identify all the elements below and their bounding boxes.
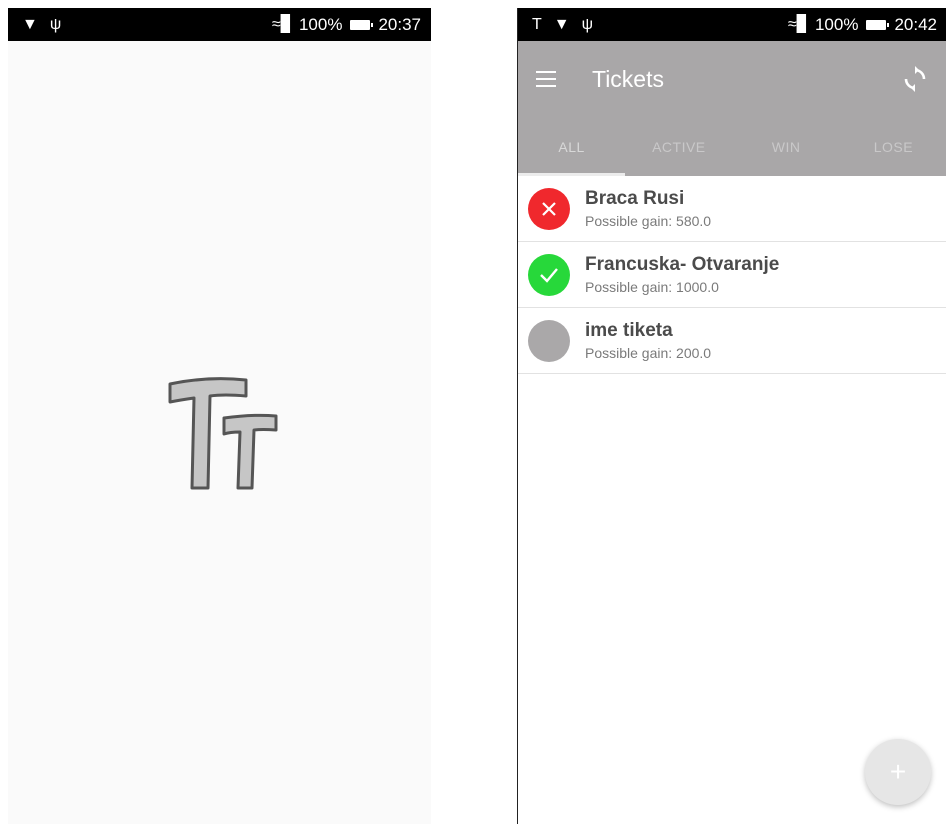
splash-screen: ▼ ψ ≈▊ 100% 20:37 bbox=[8, 8, 431, 824]
add-ticket-button[interactable]: + bbox=[865, 739, 931, 805]
battery-percent: 100% bbox=[298, 14, 343, 34]
battery-icon bbox=[350, 19, 374, 30]
app-bar: Tickets ALL ACTIVE WIN LOSE bbox=[518, 41, 946, 176]
hamburger-menu-icon[interactable] bbox=[536, 64, 566, 94]
ticket-gain: Possible gain: 1000.0 bbox=[585, 279, 719, 295]
lose-status-icon bbox=[528, 187, 570, 230]
ticket-row[interactable]: Braca Rusi Possible gain: 580.0 bbox=[518, 176, 946, 242]
ticket-name: Braca Rusi bbox=[585, 188, 685, 209]
ticket-row[interactable]: Francuska- Otvaranje Possible gain: 1000… bbox=[518, 242, 946, 308]
ticket-name: Francuska- Otvaranje bbox=[585, 254, 780, 275]
battery-percent: 100% bbox=[814, 14, 859, 34]
battery-icon bbox=[866, 19, 890, 30]
ticket-list: Braca Rusi Possible gain: 580.0 Francusk… bbox=[518, 176, 946, 374]
status-time: 20:42 bbox=[894, 14, 937, 34]
notification-icon: ▼ bbox=[553, 15, 570, 33]
usb-icon: ψ bbox=[581, 15, 594, 33]
tab-bar: ALL ACTIVE WIN LOSE bbox=[518, 118, 946, 176]
tab-lose[interactable]: LOSE bbox=[840, 118, 946, 176]
ticket-gain: Possible gain: 580.0 bbox=[585, 213, 712, 229]
app-logo bbox=[158, 370, 288, 505]
ticket-gain: Possible gain: 200.0 bbox=[585, 345, 712, 361]
pending-status-icon bbox=[528, 319, 570, 362]
signal-icon: ≈▊ bbox=[271, 15, 293, 33]
ticket-name: ime tiketa bbox=[585, 320, 673, 341]
usb-icon: ψ bbox=[49, 15, 62, 33]
tab-active[interactable]: ACTIVE bbox=[625, 118, 732, 176]
status-time: 20:37 bbox=[378, 14, 421, 34]
status-bar: Т ▼ ψ ≈▊ 100% 20:42 bbox=[518, 8, 946, 41]
win-status-icon bbox=[528, 253, 570, 296]
tickets-screen: Т ▼ ψ ≈▊ 100% 20:42 Tickets ALL ACTIVE W… bbox=[517, 8, 946, 824]
ticket-row[interactable]: ime tiketa Possible gain: 200.0 bbox=[518, 308, 946, 374]
notification-icon: ▼ bbox=[22, 15, 38, 33]
app-notification-icon: Т bbox=[532, 15, 542, 33]
tab-win[interactable]: WIN bbox=[733, 118, 840, 176]
plus-icon: + bbox=[889, 756, 907, 787]
page-title: Tickets bbox=[592, 65, 664, 92]
status-bar: ▼ ψ ≈▊ 100% 20:37 bbox=[8, 8, 431, 41]
signal-icon: ≈▊ bbox=[787, 15, 809, 33]
sync-icon[interactable] bbox=[897, 61, 933, 97]
tab-all[interactable]: ALL bbox=[518, 118, 626, 176]
